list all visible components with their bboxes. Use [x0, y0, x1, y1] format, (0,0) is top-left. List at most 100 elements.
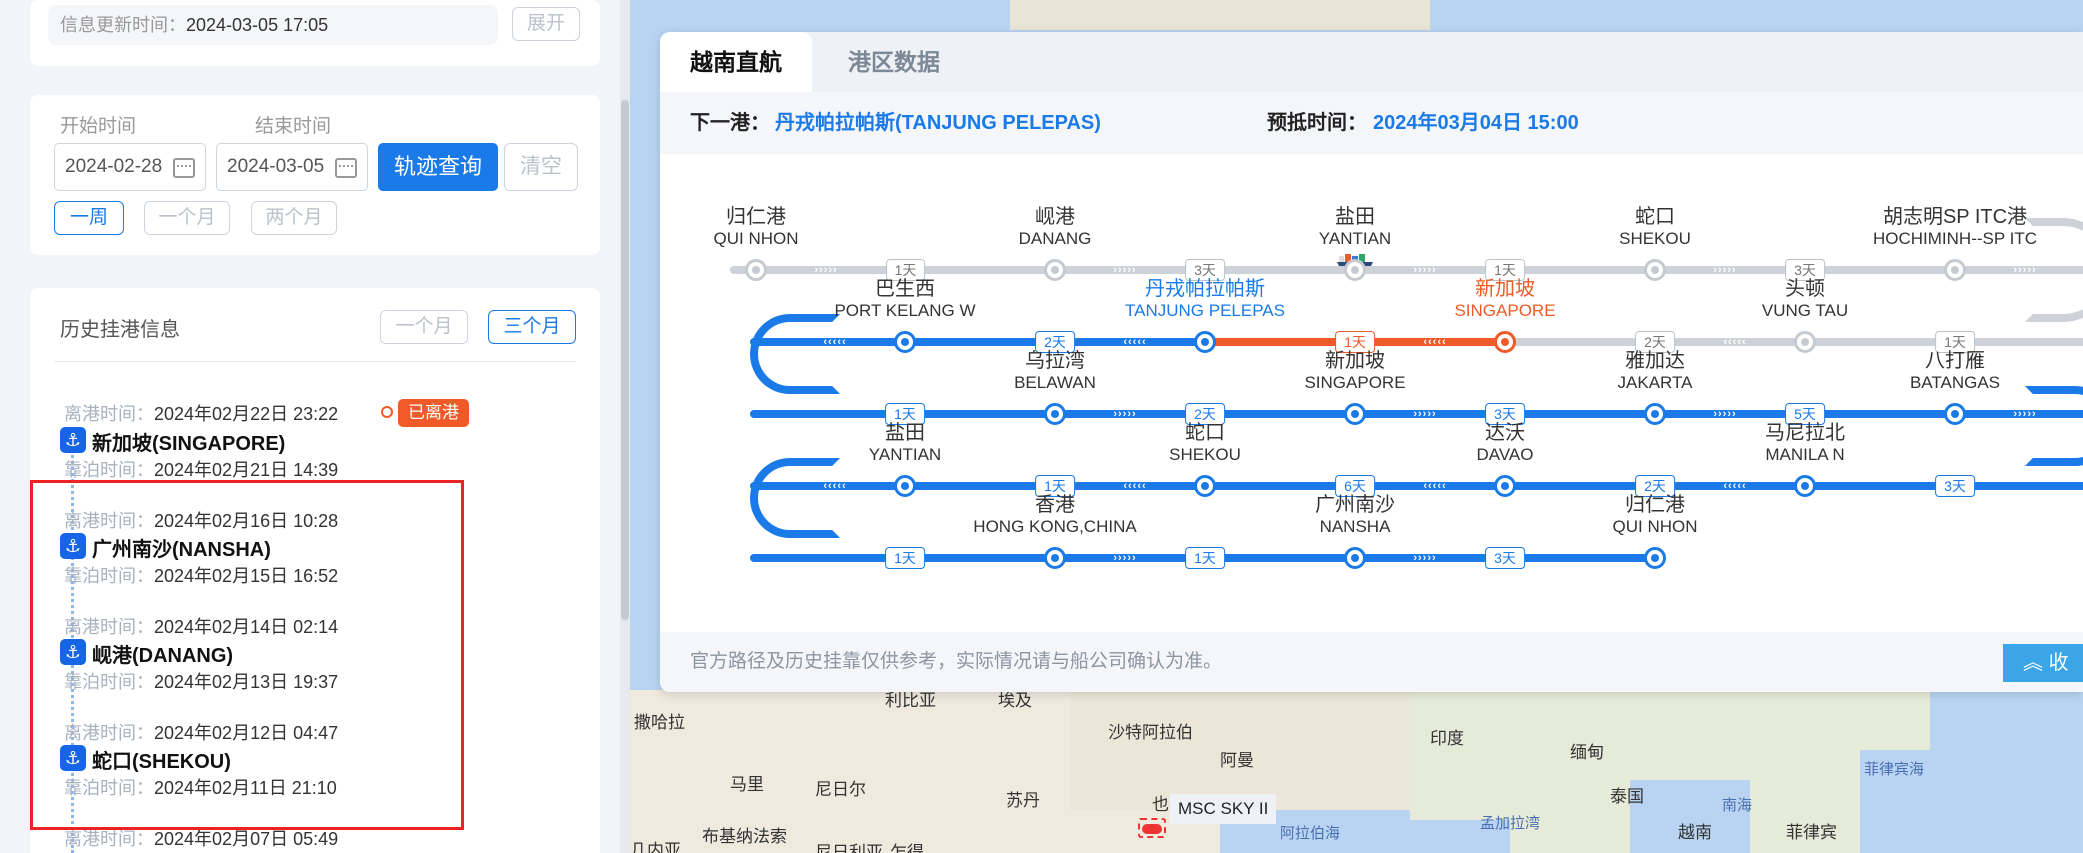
port-label[interactable]: 雅加达 JAKARTA [1618, 350, 1693, 394]
range-two-months[interactable]: 两个月 [251, 201, 337, 235]
route-arrows: ››››› [1713, 264, 1737, 276]
map-label: 菲律宾海 [1864, 761, 1925, 778]
port-label[interactable]: 岘港 DANANG [1019, 206, 1092, 250]
port-name-zh: 归仁港 [726, 206, 786, 228]
next-port-value: 丹戎帕拉帕斯(TANJUNG PELEPAS) [775, 112, 1101, 134]
end-time-label: 结束时间 [255, 116, 332, 137]
port-node[interactable] [1494, 331, 1516, 353]
port-label[interactable]: 胡志明SP ITC港 HOCHIMINH--SP ITC [1873, 206, 2037, 250]
clear-button[interactable]: 清空 [504, 143, 578, 191]
map-label: 尼日尔 [815, 780, 866, 799]
port-node[interactable] [894, 331, 916, 353]
route-arrows: ››››› [2013, 264, 2037, 276]
port-label[interactable]: 盐田 YANTIAN [1319, 206, 1391, 250]
collapse-button[interactable]: ︽ 收 [2003, 644, 2083, 682]
port-node[interactable] [1644, 403, 1666, 425]
map-label: 几内亚 [630, 841, 681, 853]
port-name-en: DANANG [1018, 229, 1092, 248]
range-one-week[interactable]: 一周 [54, 201, 124, 235]
map-label: 沙特阿拉伯 [1108, 723, 1193, 742]
map-label: 撒哈拉 [634, 713, 685, 732]
port-name-en: BATANGAS [1909, 373, 2001, 392]
port-name-en: SINGAPORE [1304, 373, 1406, 392]
departed-badge: 已离港 [398, 399, 469, 427]
map-label: 南海 [1722, 797, 1753, 814]
port-node[interactable] [1344, 547, 1366, 569]
port-node[interactable] [1044, 547, 1066, 569]
highlight-box [30, 480, 464, 830]
port-label[interactable]: 广州南沙 NANSHA [1315, 494, 1395, 538]
port-name-0[interactable]: 新加坡(SINGAPORE) [92, 427, 285, 456]
port-name-en: DAVAO [1476, 445, 1534, 464]
port-label[interactable]: 蛇口 SHEKOU [1619, 206, 1691, 250]
arrive-time-0: 靠泊时间：2024年02月21日 14:39 [64, 460, 339, 480]
port-name-en: QUI NHON [713, 229, 799, 248]
port-label[interactable]: 归仁港 QUI NHON [1613, 494, 1698, 538]
port-label[interactable]: 新加坡 SINGAPORE [1304, 350, 1405, 394]
port-label[interactable]: 丹戎帕拉帕斯 TANJUNG PELEPAS [1125, 278, 1285, 322]
eta-value: 2024年03月04日 15:00 [1373, 112, 1579, 134]
port-name-en: HONG KONG,CHINA [973, 517, 1137, 536]
port-name-zh: 胡志明SP ITC港 [1882, 206, 2028, 228]
map-label: 布基纳法索 [702, 827, 787, 846]
port-name-en: PORT KELANG W [834, 301, 976, 320]
port-node[interactable] [1044, 259, 1066, 281]
left-scrollbar-thumb[interactable] [621, 100, 629, 620]
port-node[interactable] [894, 475, 916, 497]
port-name-en: YANTIAN [1318, 229, 1392, 248]
port-node[interactable] [1344, 403, 1366, 425]
port-label[interactable]: 蛇口 SHEKOU [1169, 422, 1241, 466]
port-label[interactable]: 乌拉湾 BELAWAN [1014, 350, 1096, 394]
range-one-month[interactable]: 一个月 [144, 201, 230, 235]
tab-vietnam-direct[interactable]: 越南直航 [660, 32, 812, 92]
chevron-up-icon: ︽ [2023, 652, 2049, 674]
port-name-zh: 头顿 [1785, 278, 1825, 300]
port-node[interactable] [1194, 475, 1216, 497]
tab-port-data[interactable]: 港区数据 [818, 32, 970, 92]
port-node[interactable] [1794, 475, 1816, 497]
info-card: 信息更新时间：2024-03-05 17:05 展开 [30, 0, 600, 66]
port-name-zh: 蛇口 [1184, 422, 1225, 444]
port-node[interactable] [1644, 547, 1666, 569]
port-label[interactable]: 马尼拉北 MANILA N [1765, 422, 1845, 466]
collapse-label: 收 [2048, 652, 2069, 674]
port-node[interactable] [745, 259, 767, 281]
port-node[interactable] [1644, 259, 1666, 281]
map-label: 越南 [1678, 823, 1712, 842]
port-label[interactable]: 头顿 VUNG TAU [1762, 278, 1848, 322]
port-label[interactable]: 巴生西 PORT KELANG W [834, 278, 975, 322]
history-range-three-months[interactable]: 三个月 [488, 310, 576, 344]
query-button[interactable]: 轨迹查询 [378, 143, 498, 191]
port-node[interactable] [1194, 331, 1216, 353]
port-node[interactable] [1494, 475, 1516, 497]
port-label[interactable]: 归仁港 QUI NHON [714, 206, 799, 250]
divider [54, 361, 576, 362]
port-name-zh: 八打雁 [1925, 350, 1985, 372]
panel-tabs: 越南直航 港区数据 [660, 32, 2083, 92]
port-node[interactable] [1944, 403, 1966, 425]
port-label[interactable]: 盐田 YANTIAN [869, 422, 941, 466]
next-port-bar: 下一港： 丹戎帕拉帕斯(TANJUNG PELEPAS) 预抵时间： 2024年… [660, 92, 2083, 154]
port-node[interactable] [1044, 403, 1066, 425]
route-arrows: ››››› [814, 264, 838, 276]
start-date-input[interactable]: 2024-02-28 [54, 143, 206, 191]
port-label[interactable]: 达沃 DAVAO [1477, 422, 1534, 466]
port-label[interactable]: 八打雁 BATANGAS [1910, 350, 2000, 394]
history-range-one-month[interactable]: 一个月 [380, 310, 468, 344]
port-name-zh: 蛇口 [1634, 206, 1675, 228]
port-node[interactable] [1344, 259, 1366, 281]
query-card: 开始时间 结束时间 2024-02-28 2024-03-05 轨迹查询 清空 … [30, 95, 600, 255]
port-label[interactable]: 香港 HONG KONG,CHINA [973, 494, 1136, 538]
port-node[interactable] [1794, 331, 1816, 353]
port-name-en: SHEKOU [1169, 445, 1241, 464]
expand-button[interactable]: 展开 [512, 7, 580, 41]
transit-days-badge: 1天 [1185, 547, 1225, 569]
transit-days-badge: 3天 [1485, 547, 1525, 569]
port-node[interactable] [1944, 259, 1966, 281]
route-arrows: ››››› [1713, 408, 1737, 420]
start-date-value: 2024-02-28 [65, 156, 163, 177]
port-name-en: MANILA N [1765, 445, 1845, 464]
port-label[interactable]: 新加坡 SINGAPORE [1454, 278, 1555, 322]
status-dot-icon [381, 406, 393, 418]
end-date-input[interactable]: 2024-03-05 [216, 143, 368, 191]
